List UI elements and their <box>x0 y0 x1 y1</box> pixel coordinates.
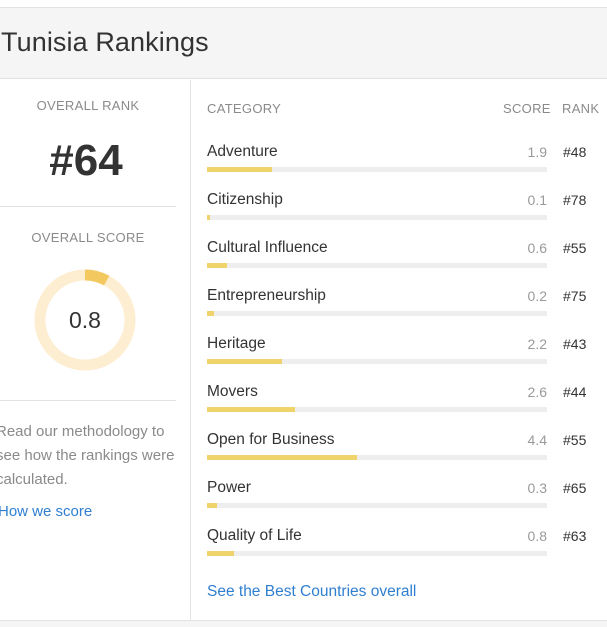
category-name: Quality of Life <box>207 527 302 544</box>
category-name: Entrepreneurship <box>207 287 326 304</box>
see-best-countries-link[interactable]: See the Best Countries overall <box>207 583 416 601</box>
summary-divider <box>0 206 176 207</box>
category-rank: #43 <box>563 336 587 352</box>
overall-rank-label: OVERALL RANK <box>36 98 140 113</box>
table-row: Quality of Life 0.8 #63 <box>207 527 599 567</box>
category-score: 0.6 <box>527 240 547 256</box>
category-name: Citizenship <box>207 191 283 208</box>
score-bar-fill <box>207 455 357 460</box>
score-bar-track <box>207 167 547 172</box>
score-bar-fill <box>207 263 228 268</box>
rank-column-header: RANK <box>562 101 600 116</box>
category-rank: #48 <box>563 144 587 160</box>
table-row: Cultural Influence 0.6 #55 <box>207 239 599 279</box>
category-column-header: CATEGORY <box>207 101 282 116</box>
overall-score-value: 0.8 <box>69 307 101 333</box>
score-bar-track <box>207 263 547 268</box>
table-row: Movers 2.6 #44 <box>207 383 599 423</box>
score-bar-track <box>207 551 547 556</box>
score-bar-track <box>207 455 547 460</box>
score-bar-track <box>207 359 547 364</box>
summary-divider <box>0 400 176 401</box>
category-score: 0.1 <box>527 192 547 208</box>
category-rank: #75 <box>563 288 587 304</box>
score-bar-fill <box>207 215 211 220</box>
page-bottom-strip <box>0 621 607 627</box>
category-name: Open for Business <box>207 431 335 448</box>
rankings-panel: Tunisia Rankings OVERALL RANK #64 OVERAL… <box>0 7 607 621</box>
category-rank: #55 <box>563 432 587 448</box>
score-bar-fill <box>207 503 218 508</box>
table-row: Power 0.3 #65 <box>207 479 599 519</box>
category-score: 4.4 <box>527 432 547 448</box>
table-row: Heritage 2.2 #43 <box>207 335 599 375</box>
score-bar-fill <box>207 311 214 316</box>
score-bar-fill <box>207 167 272 172</box>
category-rank: #63 <box>563 528 587 544</box>
category-score: 0.3 <box>527 480 547 496</box>
category-name: Movers <box>207 383 258 400</box>
category-score: 0.8 <box>527 528 547 544</box>
category-table: CATEGORY SCORE RANK Adventure 1.9 #48 Ci… <box>192 80 607 620</box>
score-column-header: SCORE <box>503 101 551 116</box>
category-rank: #55 <box>563 240 587 256</box>
table-row: Adventure 1.9 #48 <box>207 143 599 183</box>
score-bar-track <box>207 503 547 508</box>
category-rank: #78 <box>563 192 587 208</box>
category-score: 0.2 <box>527 288 547 304</box>
panel-header: Tunisia Rankings <box>0 8 607 79</box>
table-row: Open for Business 4.4 #55 <box>207 431 599 471</box>
category-name: Power <box>207 479 251 496</box>
category-name: Cultural Influence <box>207 239 328 256</box>
overall-rank-value: #64 <box>49 136 123 185</box>
category-score: 2.2 <box>527 336 547 352</box>
page-title: Tunisia Rankings <box>1 27 209 57</box>
score-bar-fill <box>207 407 296 412</box>
how-we-score-link[interactable]: How we score <box>0 503 92 520</box>
category-rank: #44 <box>563 384 587 400</box>
category-name: Heritage <box>207 335 266 352</box>
table-row: Citizenship 0.1 #78 <box>207 191 599 231</box>
score-bar-track <box>207 311 547 316</box>
score-bar-track <box>207 407 547 412</box>
score-bar-fill <box>207 359 282 364</box>
summary-column: OVERALL RANK #64 OVERALL SCORE 0.8 Read … <box>0 80 191 620</box>
table-row: Entrepreneurship 0.2 #75 <box>207 287 599 327</box>
score-bar-track <box>207 215 547 220</box>
score-bar-fill <box>207 551 235 556</box>
category-score: 2.6 <box>527 384 547 400</box>
methodology-text: Read our methodology to see how the rank… <box>0 423 175 488</box>
category-name: Adventure <box>207 143 278 160</box>
category-score: 1.9 <box>527 144 547 160</box>
overall-score-label: OVERALL SCORE <box>31 230 145 245</box>
category-rank: #65 <box>563 480 587 496</box>
